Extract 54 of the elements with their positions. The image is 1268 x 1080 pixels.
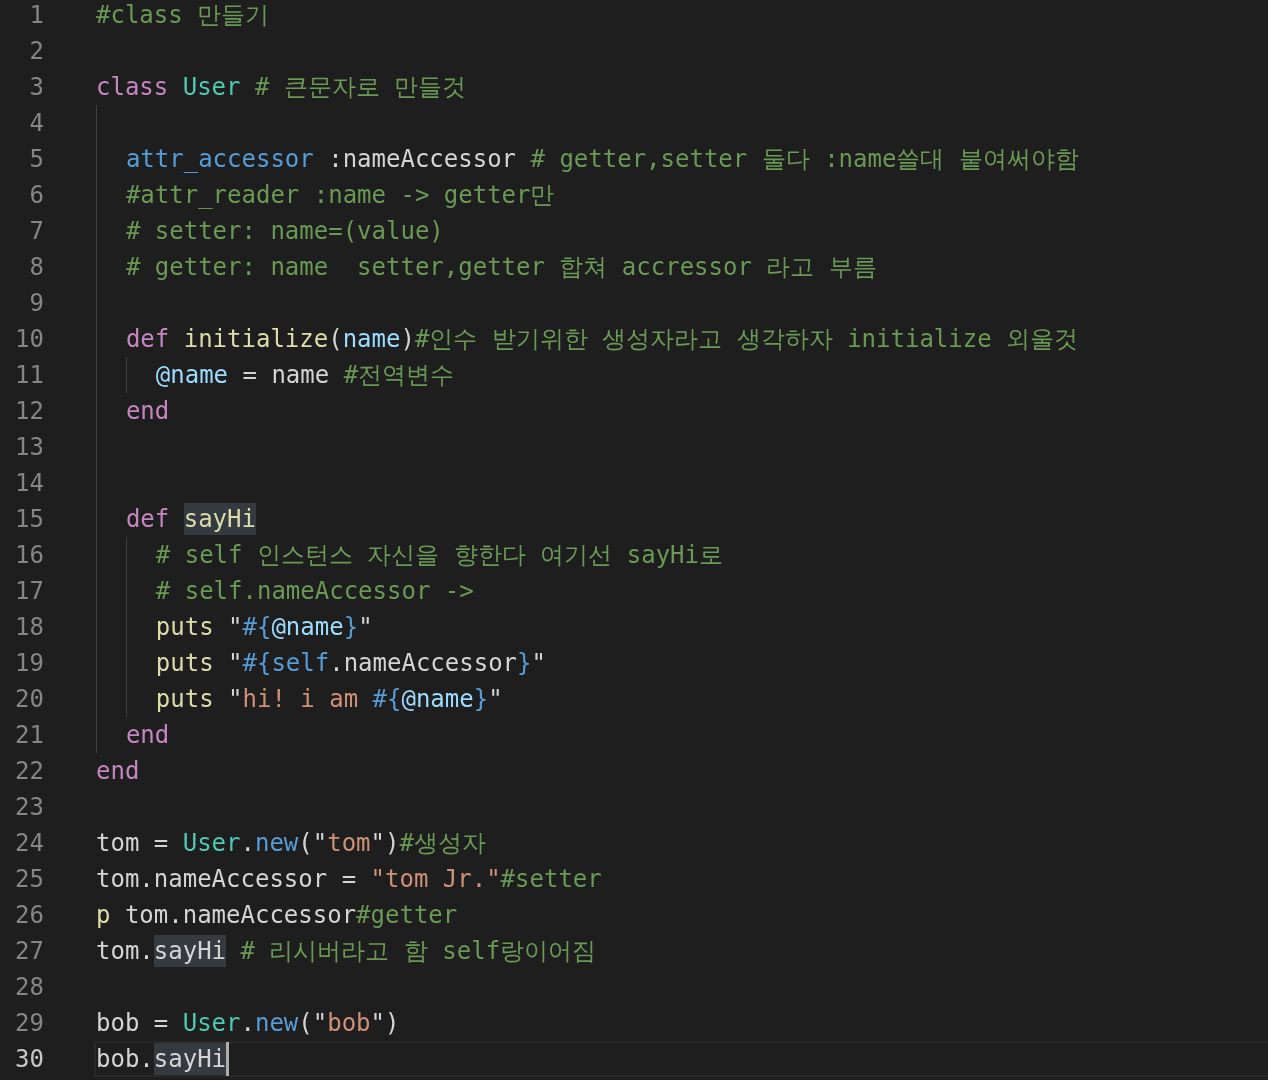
line-number: 5: [28, 144, 44, 175]
line-number: 10: [14, 324, 44, 355]
code-line: class User # 큰문자로 만들것: [95, 72, 468, 103]
line-number: 30: [14, 1044, 44, 1075]
code-line: #attr_reader :name -> getter만: [94, 177, 1268, 213]
line-number: 1: [28, 0, 44, 31]
line-number: 2: [28, 36, 44, 67]
line-number: 20: [14, 684, 44, 715]
line-number: 4: [28, 108, 44, 139]
line-number: 11: [14, 360, 44, 391]
code-line: # setter: name=(value): [94, 213, 1268, 249]
line-number: 29: [14, 1008, 44, 1039]
line-number: 24: [14, 828, 44, 859]
line-number: 12: [14, 396, 44, 427]
line-number: 26: [14, 900, 44, 931]
code-line: # getter: name setter,getter 합쳐 accressor 라고 부름: [94, 249, 1268, 285]
line-number: 3: [28, 72, 44, 103]
code-line: tom = User.new("tom")#생성자: [95, 828, 487, 859]
line-number: 14: [14, 468, 44, 499]
code-line: tom.sayHi # 리시버라고 함 self랑이어짐: [95, 934, 598, 969]
code-line: tom.nameAccessor = "tom Jr."#setter: [95, 864, 603, 895]
code-line: def initialize(name)#인수 받기위한 생성자라고 생각하자 initialize 외울것: [94, 321, 1268, 357]
code-line: def sayHi: [94, 501, 1268, 537]
code-line: p tom.nameAccessor#getter: [95, 900, 459, 931]
line-number: 22: [14, 756, 44, 787]
line-number: 9: [28, 288, 44, 319]
line-number: 15: [14, 504, 44, 535]
code-line: @name = name #전역변수: [94, 357, 1268, 393]
line-number: 8: [28, 252, 44, 283]
line-number: 7: [28, 216, 44, 247]
line-number: 6: [28, 180, 44, 211]
line-number: 28: [14, 972, 44, 1003]
code-line: attr_accessor :nameAccessor # getter,setter 둘다 :name쓸대 붙여써야함: [94, 141, 1268, 177]
code-line: end: [94, 393, 1268, 429]
line-number: 25: [14, 864, 44, 895]
code-line: puts "#{self.nameAccessor}": [94, 645, 1268, 681]
code-line: puts "#{@name}": [94, 609, 1268, 645]
line-number: 13: [14, 432, 44, 463]
text-cursor: [226, 1042, 230, 1076]
line-number: 19: [14, 648, 44, 679]
code-line: #class 만들기: [95, 0, 271, 31]
line-number: 23: [14, 792, 44, 823]
code-line: # self 인스턴스 자신을 향한다 여기선 sayHi로: [94, 537, 1268, 573]
code-line: puts "hi! i am #{@name}": [94, 681, 1268, 717]
line-number: 27: [14, 936, 44, 967]
code-line: end: [95, 756, 141, 787]
code-line: # self.nameAccessor ->: [94, 573, 1268, 609]
line-number: 21: [14, 720, 44, 751]
line-number: 17: [14, 576, 44, 607]
line-number: 16: [14, 540, 44, 571]
code-line: bob = User.new("bob"): [95, 1008, 401, 1039]
code-line: end: [94, 717, 1268, 753]
line-number: 18: [14, 612, 44, 643]
code-line: bob.sayHi: [94, 1041, 1268, 1077]
